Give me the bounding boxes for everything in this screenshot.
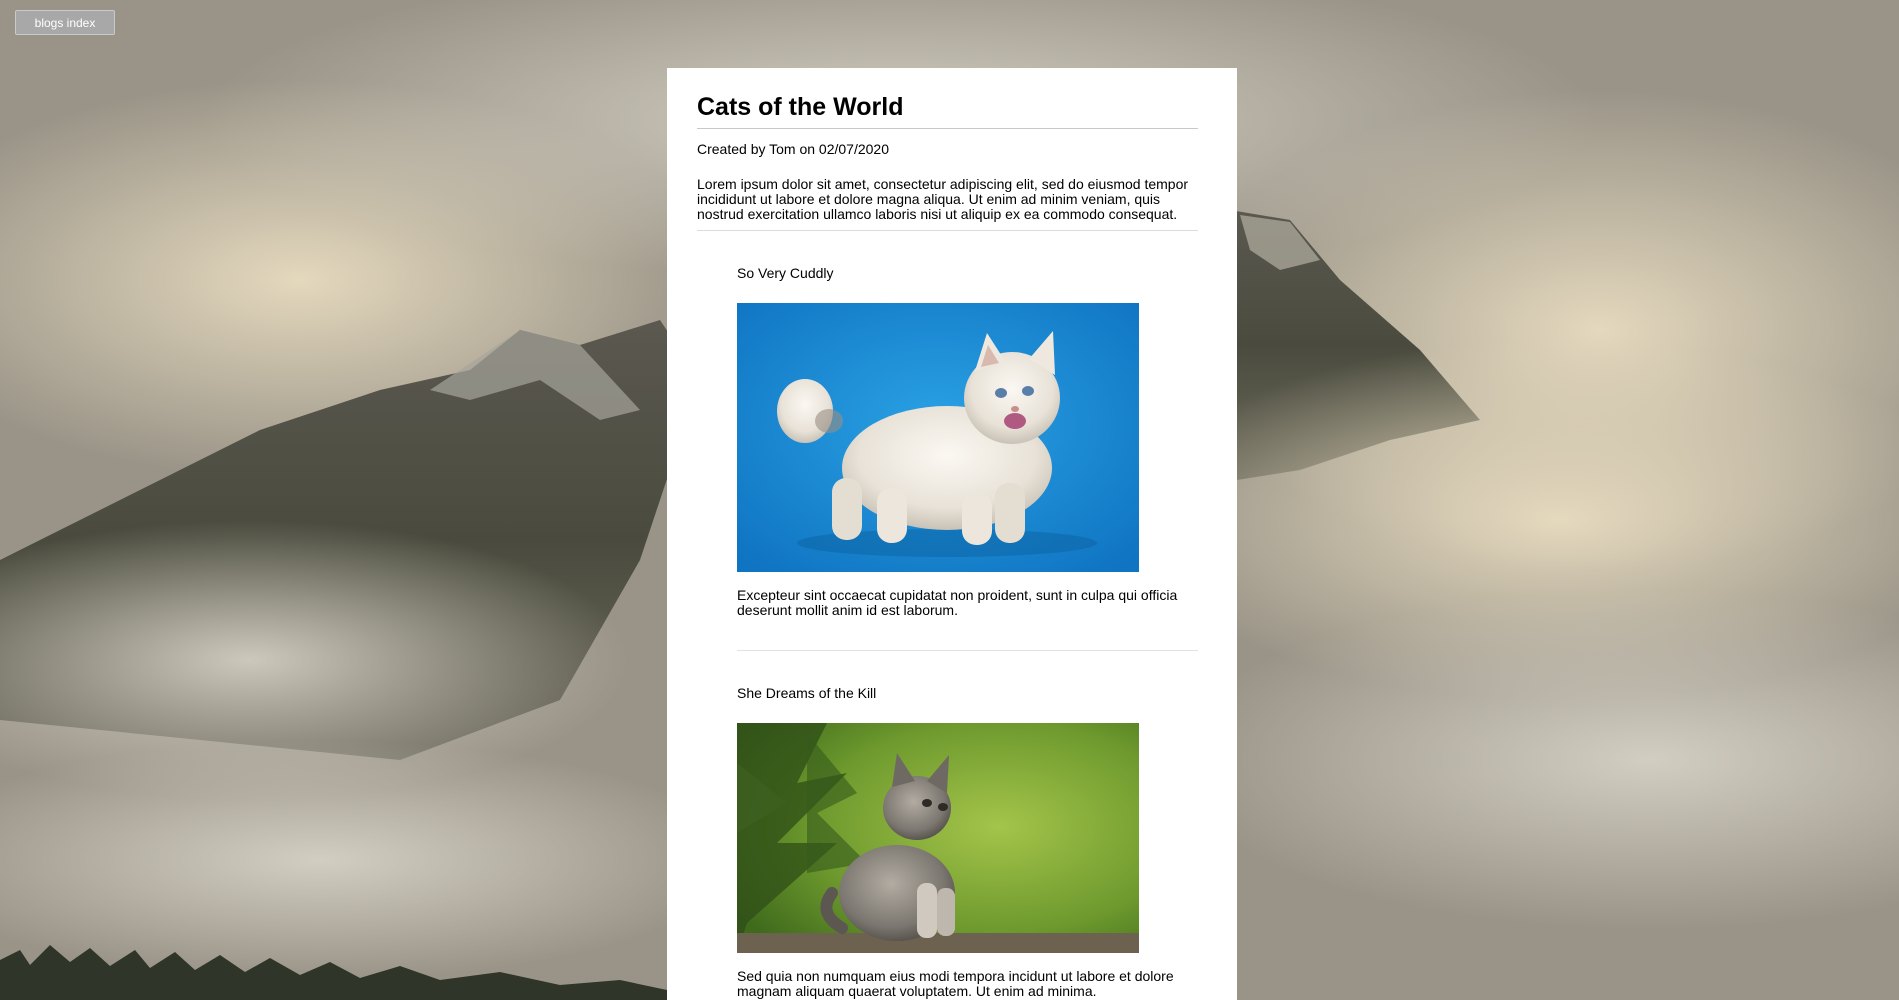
blogs-index-button[interactable]: blogs index (15, 10, 115, 35)
post-intro-text: Lorem ipsum dolor sit amet, consectetur … (697, 177, 1198, 231)
post-section: She Dreams of the Kill Sed quia non numq… (737, 685, 1198, 999)
section-divider (737, 650, 1198, 651)
section-heading: She Dreams of the Kill (737, 685, 877, 701)
post-byline: Created by Tom on 02/07/2020 (697, 141, 889, 157)
white-kitten-photo (737, 303, 1139, 572)
section-text: Sed quia non numquam eius modi tempora i… (737, 968, 1174, 999)
post-section: So Very Cuddly Excepteur sint occaecat c… (737, 265, 1198, 651)
page-title: Cats of the World (697, 92, 1198, 129)
section-text: Excepteur sint occaecat cupidatat non pr… (737, 587, 1178, 618)
section-heading: So Very Cuddly (737, 265, 834, 281)
blog-post-card: Cats of the World Created by Tom on 02/0… (667, 68, 1237, 1000)
tabby-kitten-photo (737, 723, 1139, 953)
